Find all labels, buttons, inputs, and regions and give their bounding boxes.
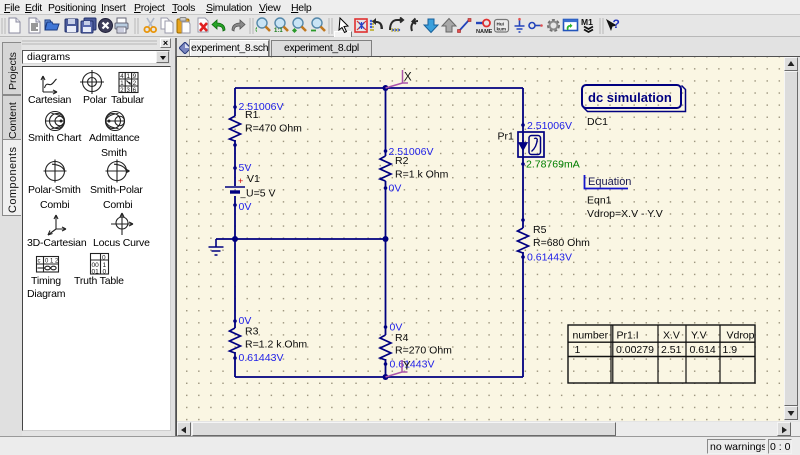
svg-text:Eqn1: Eqn1 [587,195,612,207]
svg-text:X.V: X.V [663,330,680,342]
svg-text:0V: 0V [389,183,402,195]
svg-text:kum: kum [497,27,506,32]
svg-text:R=470 Ohm: R=470 Ohm [245,123,302,135]
svg-text:0: 0 [102,255,106,262]
svg-text:Equation: Equation [588,176,631,188]
svg-text:0 1 2: 0 1 2 [45,259,59,265]
svg-text:number: number [573,330,609,342]
svg-text:2.51006V: 2.51006V [527,120,572,132]
svg-text:0V: 0V [239,201,252,213]
svg-text:Y: Y [403,361,411,373]
svg-text:c: c [38,259,41,265]
svg-text:R=680 Ohm: R=680 Ohm [533,237,590,249]
svg-text:Y.V: Y.V [691,330,707,342]
svg-text:R=1 k Ohm: R=1 k Ohm [395,169,449,181]
svg-text:Vdrop=X.V - Y.V: Vdrop=X.V - Y.V [587,208,663,220]
svg-text:0.00279: 0.00279 [616,344,654,356]
svg-text:U=5 V: U=5 V [246,188,275,200]
svg-text:R5: R5 [533,224,547,236]
svg-text:R1: R1 [245,109,259,121]
svg-text:0.61443V: 0.61443V [527,252,572,264]
svg-text:0.61443V: 0.61443V [239,352,284,364]
svg-text:1.9: 1.9 [723,344,738,356]
svg-text:dc simulation: dc simulation [588,90,672,105]
svg-text:X: X [404,72,412,84]
svg-text:NAME: NAME [476,29,492,34]
svg-text:1: 1 [575,344,581,356]
svg-text:0.61443V: 0.61443V [390,359,435,371]
svg-text:2.51: 2.51 [661,344,682,356]
svg-text:+: + [238,176,243,186]
svg-text:R3: R3 [245,326,259,338]
svg-text:M1: M1 [581,17,593,27]
svg-text:R4: R4 [395,332,409,344]
svg-text:Vdrop: Vdrop [727,330,755,342]
svg-text:0.614: 0.614 [690,344,716,356]
svg-text:R=1.2 k Ohm: R=1.2 k Ohm [245,339,307,351]
svg-text:R2: R2 [395,155,409,167]
svg-text:2.78769mA: 2.78769mA [526,159,580,171]
svg-text:1:1: 1:1 [274,28,283,34]
svg-text:?: ? [613,17,620,31]
svg-text:V1: V1 [247,173,260,185]
svg-text:Pr1: Pr1 [498,131,515,143]
svg-text:R=270 Ohm: R=270 Ohm [395,345,452,357]
svg-text:Pr1.I: Pr1.I [617,330,639,342]
svg-text:DC1: DC1 [587,116,608,128]
